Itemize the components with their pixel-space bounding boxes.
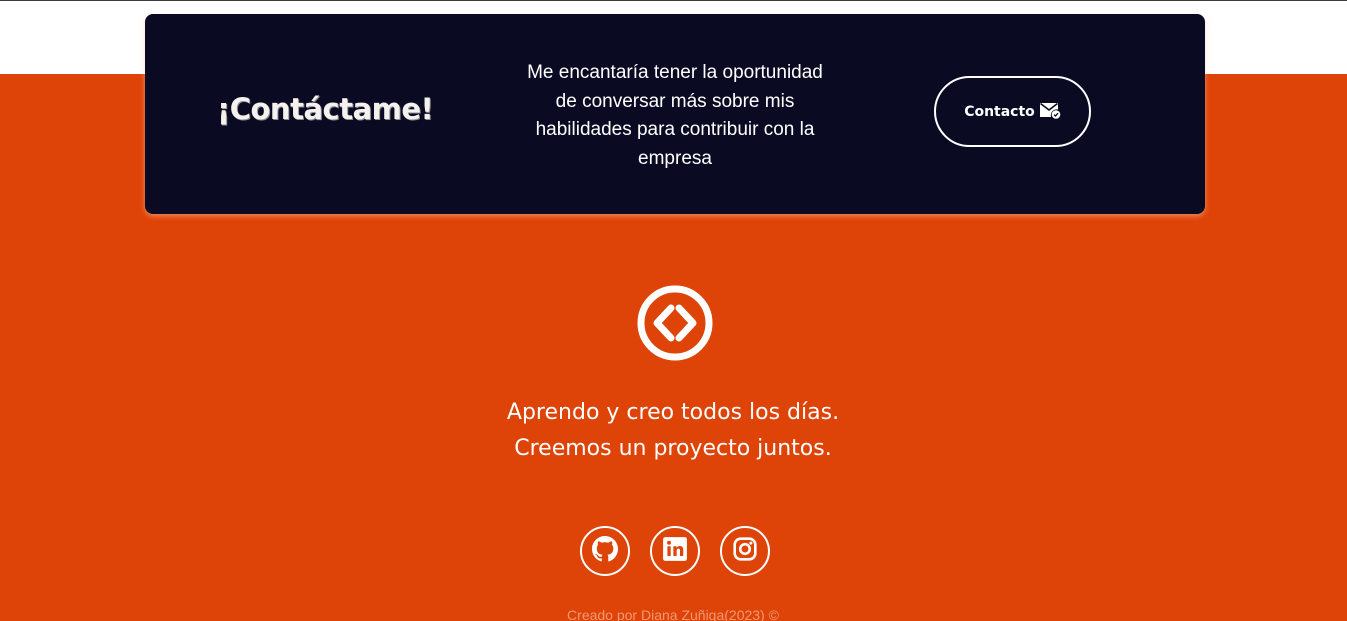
tagline-line-2: Creemos un proyecto juntos. [514,436,832,461]
contact-button-label: Contacto [964,103,1035,120]
footer-tagline: Aprendo y creo todos los días. Creemos u… [373,395,973,467]
github-link[interactable] [580,526,630,576]
contact-button[interactable]: Contacto [934,76,1091,147]
footer-credits: Creado por Diana Zuñiga(2023) © [567,607,779,621]
contact-heading: ¡Contáctame! [217,92,434,126]
top-border [0,0,1347,1]
linkedin-icon [662,536,688,566]
instagram-link[interactable] [720,526,770,576]
instagram-icon [732,536,758,566]
linkedin-link[interactable] [650,526,700,576]
contact-description: Me encantaría tener la oportunidad de co… [527,62,823,169]
github-icon [592,536,618,566]
mail-check-icon [1039,101,1061,119]
contact-card: ¡Contáctame! Me encantaría tener la opor… [145,14,1205,214]
tagline-line-1: Aprendo y creo todos los días. [506,400,840,425]
code-brackets-icon [636,284,714,362]
